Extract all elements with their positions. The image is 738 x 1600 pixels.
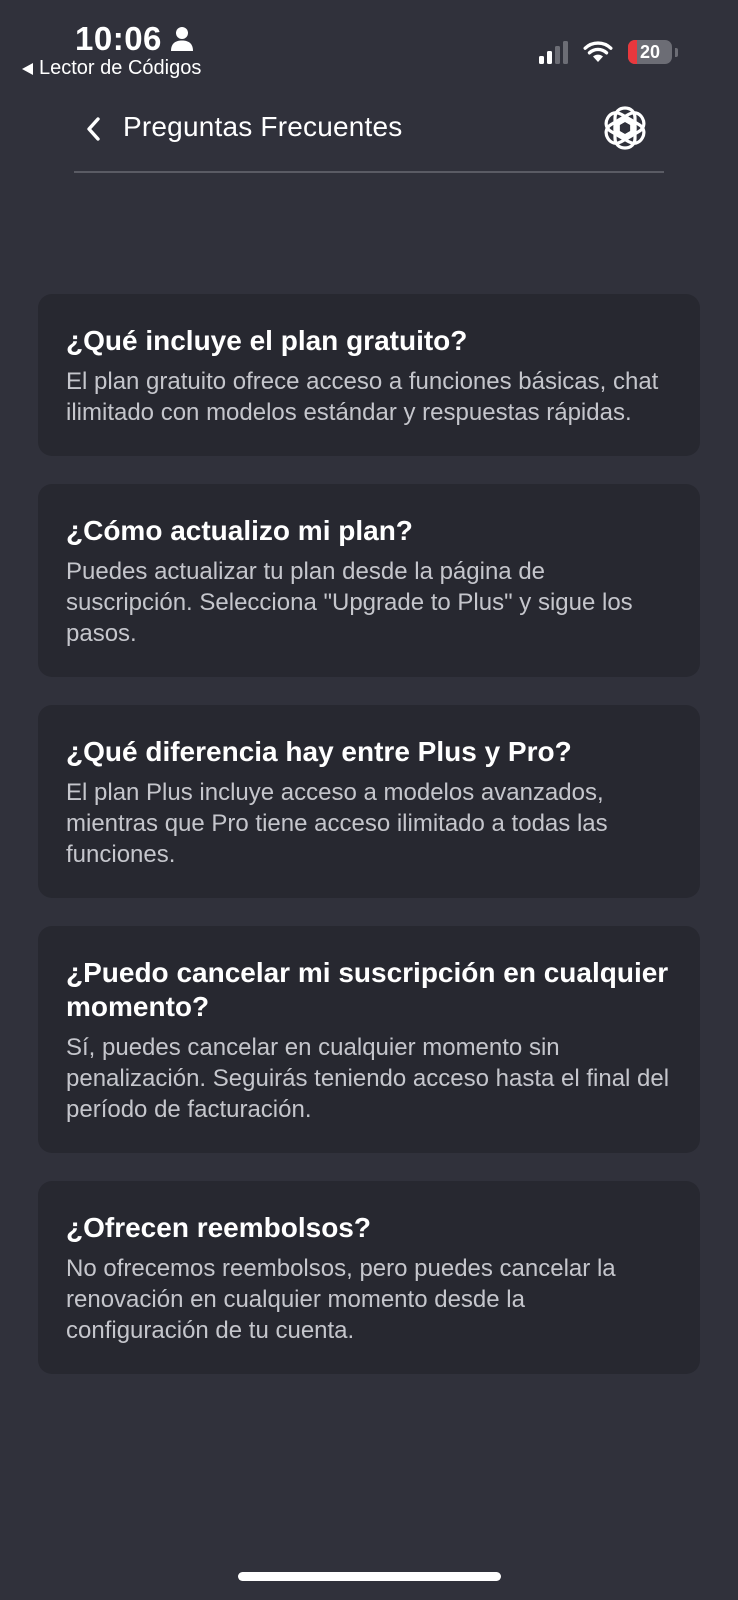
faq-question: ¿Cómo actualizo mi plan? <box>66 515 413 546</box>
signal-icon <box>539 40 568 64</box>
chevron-left-icon <box>87 117 100 141</box>
status-time-group: 10:06 <box>75 20 194 58</box>
faq-answer: Sí, puedes cancelar en cualquier momento… <box>66 1034 670 1123</box>
faq-question: ¿Puedo cancelar mi suscripción en cualqu… <box>66 957 669 1022</box>
faq-question: ¿Qué diferencia hay entre Plus y Pro? <box>66 736 572 767</box>
back-app-label: Lector de Códigos <box>39 57 202 79</box>
faq-card[interactable]: ¿Qué incluye el plan gratuito? El plan g… <box>38 294 700 456</box>
person-icon <box>170 27 193 51</box>
faq-card[interactable]: ¿Ofrecen reembolsos? No ofrecemos reembo… <box>38 1181 700 1374</box>
page-title: Preguntas Frecuentes <box>123 111 403 142</box>
faq-card[interactable]: ¿Puedo cancelar mi suscripción en cualqu… <box>38 926 700 1153</box>
faq-question: ¿Qué incluye el plan gratuito? <box>66 325 468 356</box>
status-bar: 10:06 Lector de Códigos 20 <box>0 0 738 86</box>
back-to-app-link[interactable]: Lector de Códigos <box>22 57 201 80</box>
status-indicators: 20 <box>539 40 678 64</box>
home-indicator[interactable] <box>238 1572 501 1581</box>
faq-question: ¿Ofrecen reembolsos? <box>66 1212 371 1243</box>
back-button[interactable] <box>74 109 114 149</box>
wifi-icon <box>583 41 613 62</box>
faq-card[interactable]: ¿Cómo actualizo mi plan? Puedes actualiz… <box>38 484 700 677</box>
faq-answer: El plan Plus incluye acceso a modelos av… <box>66 779 608 868</box>
faq-answer: No ofrecemos reembolsos, pero puedes can… <box>66 1255 616 1344</box>
battery-nub <box>675 47 678 57</box>
faq-answer: El plan gratuito ofrece acceso a funcion… <box>66 368 659 426</box>
battery-icon: 20 <box>628 40 672 64</box>
page-header: Preguntas Frecuentes <box>74 95 664 173</box>
back-triangle-icon <box>22 62 33 75</box>
faq-answer: Puedes actualizar tu plan desde la págin… <box>66 558 633 647</box>
openai-logo-icon[interactable] <box>600 103 650 153</box>
faq-list: ¿Qué incluye el plan gratuito? El plan g… <box>38 294 700 1402</box>
battery-level: 20 <box>639 41 661 62</box>
faq-card[interactable]: ¿Qué diferencia hay entre Plus y Pro? El… <box>38 705 700 898</box>
status-time: 10:06 <box>75 20 162 57</box>
